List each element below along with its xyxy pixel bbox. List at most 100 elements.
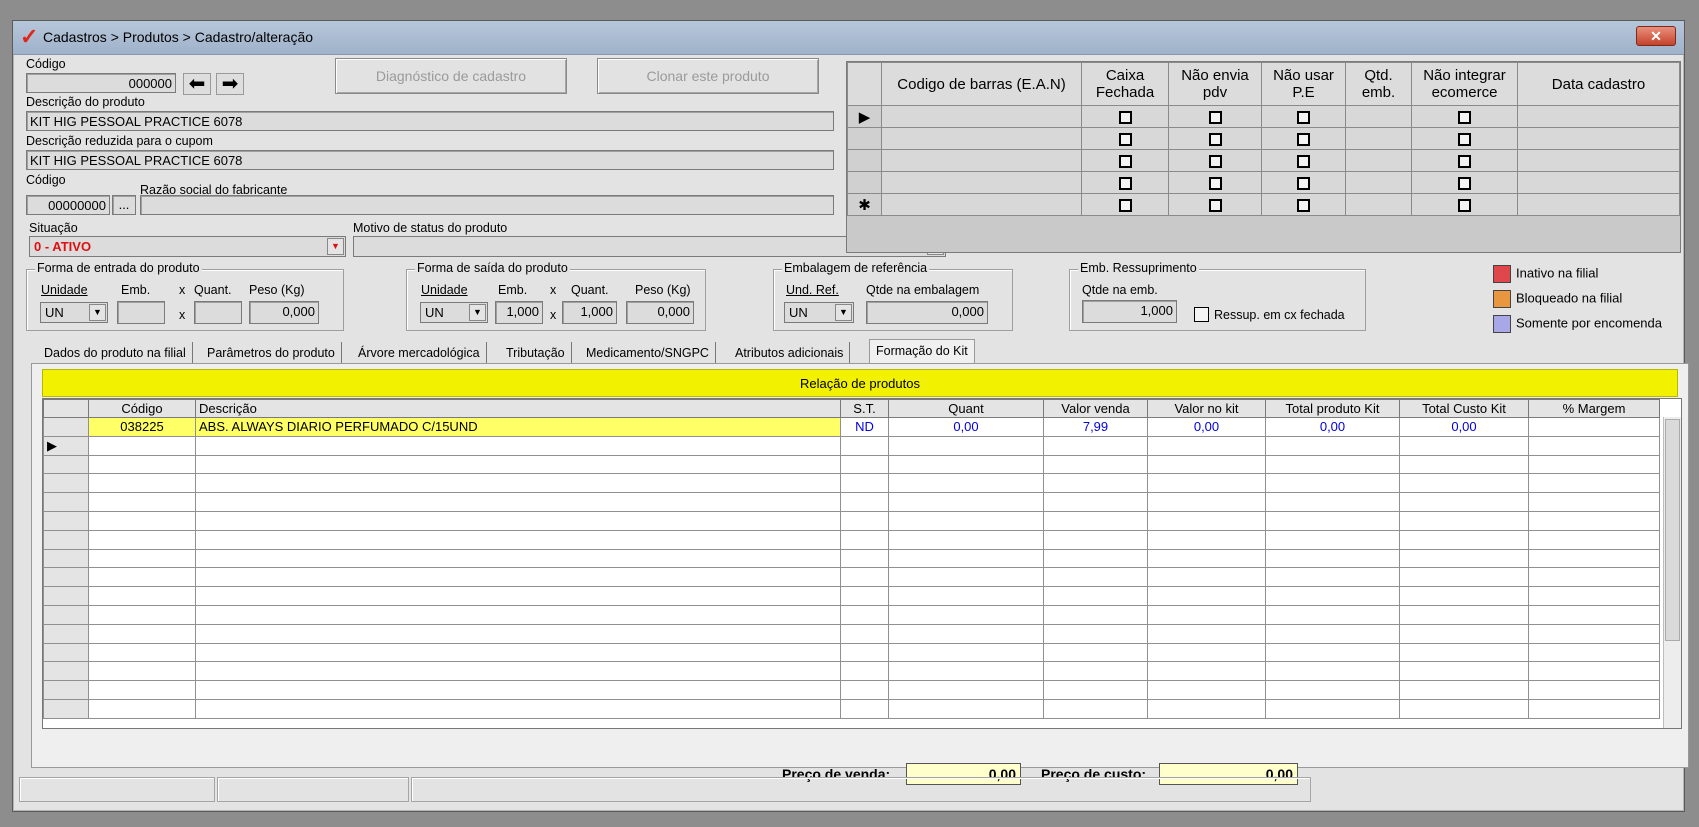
checkbox[interactable] — [1297, 176, 1310, 190]
ean-cell[interactable] — [881, 105, 1082, 128]
descricao-field[interactable]: KIT HIG PESSOAL PRACTICE 6078 — [26, 111, 834, 131]
entrada-emb-field[interactable] — [117, 301, 165, 324]
checkbox[interactable] — [1208, 132, 1222, 146]
tab-formacao-kit[interactable]: Formação do Kit — [869, 339, 975, 363]
caixa-fechada-cell[interactable] — [1081, 193, 1169, 216]
chevron-down-icon[interactable]: ▼ — [89, 304, 106, 321]
qtd-emb-cell[interactable] — [1345, 105, 1412, 128]
qtd-emb-cell[interactable] — [1345, 171, 1412, 194]
next-arrow-icon[interactable]: ➡ — [216, 73, 244, 95]
cell-total-produto[interactable]: 0,00 — [1265, 417, 1400, 437]
table-row[interactable] — [43, 680, 1660, 700]
checkbox[interactable] — [1118, 110, 1132, 124]
nao-envia-cell[interactable] — [1168, 171, 1262, 194]
checkbox[interactable] — [1458, 176, 1471, 190]
ean-cell[interactable] — [881, 193, 1082, 216]
ressup-qtde-field[interactable]: 1,000 — [1082, 300, 1177, 323]
cell-valor-venda[interactable]: 7,99 — [1043, 417, 1148, 437]
data-cadastro-cell[interactable] — [1517, 171, 1680, 194]
cell-total-custo[interactable]: 0,00 — [1399, 417, 1529, 437]
cell-codigo[interactable]: 038225 — [88, 417, 196, 437]
nao-envia-cell[interactable] — [1168, 149, 1262, 172]
table-row[interactable] — [43, 698, 1660, 719]
data-cadastro-cell[interactable] — [1517, 193, 1680, 216]
checkbox[interactable] — [1118, 198, 1132, 212]
nao-usar-cell[interactable] — [1261, 193, 1346, 216]
ean-cell[interactable] — [881, 127, 1082, 150]
saida-quant-field[interactable]: 1,000 — [562, 301, 617, 324]
nao-usar-cell[interactable] — [1261, 127, 1346, 150]
nao-integrar-cell[interactable] — [1411, 193, 1518, 216]
barcode-row[interactable] — [847, 149, 1680, 172]
saida-unidade-select[interactable]: UN ▼ — [420, 302, 488, 323]
checkbox[interactable] — [1208, 198, 1222, 212]
nao-envia-cell[interactable] — [1168, 127, 1262, 150]
caixa-fechada-cell[interactable] — [1081, 171, 1169, 194]
table-row[interactable] — [43, 473, 1660, 494]
cell-valor-kit[interactable]: 0,00 — [1147, 417, 1266, 437]
data-cadastro-cell[interactable] — [1517, 149, 1680, 172]
nao-usar-cell[interactable] — [1261, 171, 1346, 194]
cell-st[interactable]: ND — [840, 417, 889, 437]
barcode-row-new[interactable]: ✱ — [847, 193, 1680, 216]
fab-lookup-button[interactable]: ... — [112, 195, 136, 215]
razao-field[interactable] — [140, 195, 834, 215]
caixa-fechada-cell[interactable] — [1081, 105, 1169, 128]
checkbox[interactable] — [1297, 154, 1310, 168]
nao-usar-cell[interactable] — [1261, 149, 1346, 172]
checkbox[interactable] — [1208, 110, 1222, 124]
close-button[interactable]: ✕ — [1636, 26, 1676, 46]
saida-emb-field[interactable]: 1,000 — [495, 301, 543, 324]
nao-envia-cell[interactable] — [1168, 105, 1262, 128]
checkbox[interactable] — [1208, 176, 1222, 190]
scrollbar-thumb[interactable] — [1665, 419, 1680, 641]
table-row[interactable] — [43, 492, 1660, 512]
table-row[interactable] — [43, 623, 1660, 644]
ean-cell[interactable] — [881, 171, 1082, 194]
data-cadastro-cell[interactable] — [1517, 127, 1680, 150]
checkbox[interactable] — [1458, 154, 1471, 168]
caixa-fechada-cell[interactable] — [1081, 149, 1169, 172]
barcode-row[interactable] — [847, 127, 1680, 150]
checkbox[interactable] — [1297, 132, 1310, 146]
fab-codigo-field[interactable]: 00000000 — [26, 195, 110, 215]
checkbox[interactable] — [1458, 110, 1471, 124]
table-row[interactable] — [43, 510, 1660, 531]
table-row[interactable]: 038225 ABS. ALWAYS DIARIO PERFUMADO C/15… — [43, 417, 1660, 437]
ressup-cx-fechada-checkbox[interactable] — [1194, 307, 1209, 322]
entrada-quant-field[interactable] — [194, 301, 242, 324]
chevron-down-icon[interactable]: ▼ — [469, 304, 486, 321]
vertical-scrollbar[interactable] — [1663, 417, 1681, 728]
qtd-emb-cell[interactable] — [1345, 193, 1412, 216]
table-row[interactable] — [43, 567, 1660, 588]
checkbox[interactable] — [1118, 154, 1132, 168]
cell-margem[interactable] — [1528, 417, 1660, 437]
table-row[interactable] — [43, 454, 1660, 475]
checkbox[interactable] — [1208, 154, 1222, 168]
cell-quant[interactable]: 0,00 — [888, 417, 1044, 437]
table-row[interactable]: ▶ — [43, 435, 1660, 456]
barcode-row[interactable] — [847, 171, 1680, 194]
chevron-down-icon[interactable]: ▼ — [327, 238, 344, 255]
qtd-emb-cell[interactable] — [1345, 127, 1412, 150]
table-row[interactable] — [43, 604, 1660, 625]
chevron-down-icon[interactable]: ▼ — [835, 304, 852, 321]
qtd-emb-cell[interactable] — [1345, 149, 1412, 172]
nao-integrar-cell[interactable] — [1411, 149, 1518, 172]
table-row[interactable] — [43, 661, 1660, 682]
caixa-fechada-cell[interactable] — [1081, 127, 1169, 150]
checkbox[interactable] — [1297, 198, 1310, 212]
diagnostico-button[interactable]: Diagnóstico de cadastro — [335, 58, 567, 94]
table-row[interactable] — [43, 548, 1660, 569]
desc-reduzida-field[interactable]: KIT HIG PESSOAL PRACTICE 6078 — [26, 150, 834, 170]
checkbox[interactable] — [1297, 110, 1310, 124]
data-cadastro-cell[interactable] — [1517, 105, 1680, 128]
checkbox[interactable] — [1458, 198, 1471, 212]
nao-usar-cell[interactable] — [1261, 105, 1346, 128]
situacao-select[interactable]: 0 - ATIVO ▼ — [29, 236, 346, 257]
entrada-peso-field[interactable]: 0,000 — [249, 301, 319, 324]
nao-integrar-cell[interactable] — [1411, 105, 1518, 128]
nao-integrar-cell[interactable] — [1411, 127, 1518, 150]
und-ref-select[interactable]: UN ▼ — [784, 302, 854, 323]
barcode-row[interactable]: ▶ — [847, 105, 1680, 128]
